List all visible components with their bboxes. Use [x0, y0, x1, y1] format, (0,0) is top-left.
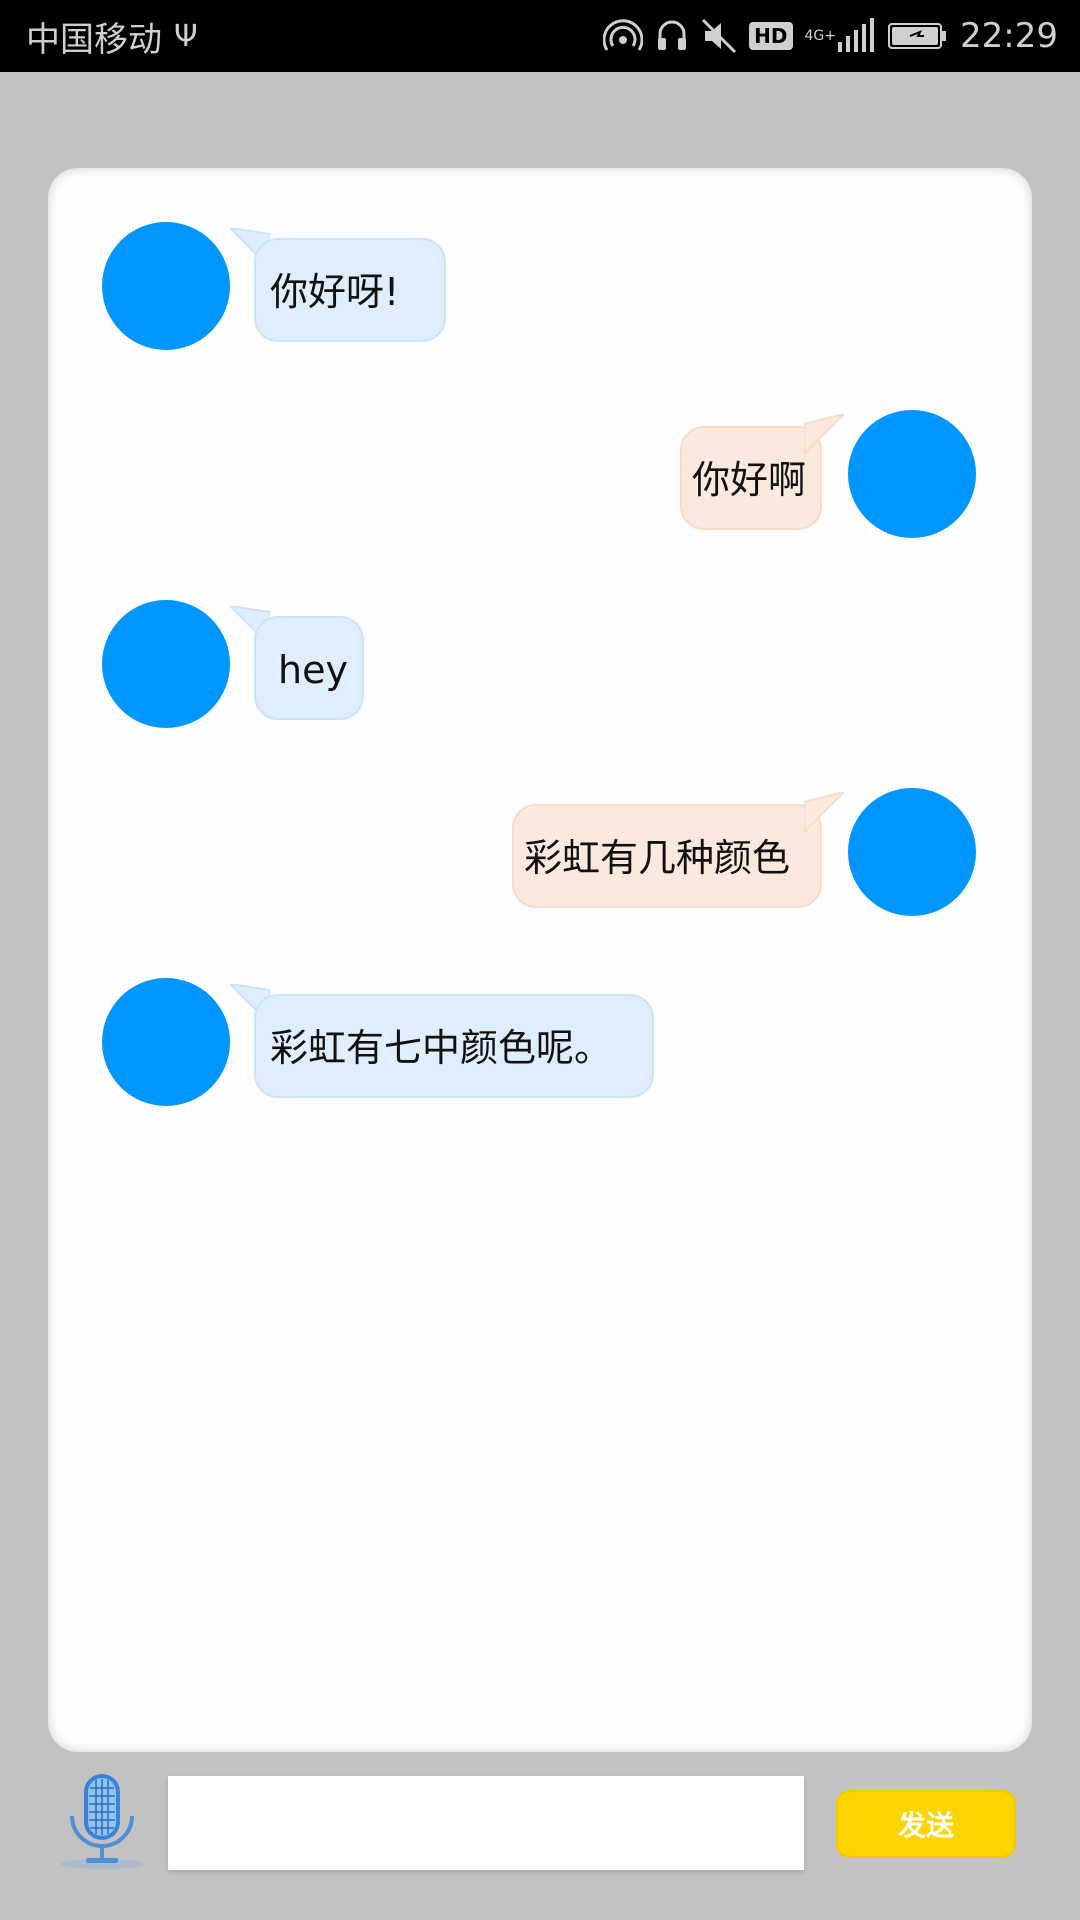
bubble-tail: [804, 414, 844, 454]
hd-icon: HD: [749, 22, 793, 50]
message-text: 你好啊: [692, 458, 807, 502]
message-input[interactable]: [168, 1776, 804, 1870]
status-right: HD 4G+ 22:29: [603, 0, 1058, 72]
bot-avatar[interactable]: [102, 600, 230, 728]
signal-icon: 4G+: [805, 18, 877, 54]
message-text: 彩虹有七中颜色呢。: [270, 1026, 613, 1070]
headset-icon: [655, 16, 689, 56]
bot-avatar[interactable]: [102, 978, 230, 1106]
send-button[interactable]: 发送: [836, 1790, 1016, 1858]
carrier-name: 中国移动: [26, 19, 162, 60]
status-bar: 中国移动 Ψ HD 4G+ 22:29: [0, 0, 1080, 72]
usb-icon: Ψ: [174, 18, 198, 54]
user-avatar[interactable]: [848, 788, 976, 916]
message-text: 彩虹有几种颜色: [524, 836, 791, 880]
bot-avatar[interactable]: [102, 222, 230, 350]
message-bubble-left[interactable]: 你好呀!: [254, 238, 446, 342]
clock: 22:29: [960, 16, 1058, 56]
message-bubble-right[interactable]: 彩虹有几种颜色: [512, 804, 822, 908]
network-type: 4G+: [804, 28, 837, 44]
chat-panel[interactable]: 你好呀! 你好啊 hey 彩虹有几种颜色 彩虹有七中颜色呢。: [48, 168, 1032, 1752]
mute-icon: [701, 16, 737, 56]
message-text: hey: [278, 648, 348, 692]
hotspot-icon: [603, 16, 644, 56]
battery-icon: [888, 21, 948, 51]
message-text: 你好呀!: [270, 270, 400, 314]
send-label: 发送: [897, 1809, 954, 1842]
user-avatar[interactable]: [848, 410, 976, 538]
status-left: 中国移动 Ψ: [26, 0, 198, 72]
message-bubble-right[interactable]: 你好啊: [680, 426, 822, 530]
bubble-tail: [804, 792, 844, 832]
message-bubble-left[interactable]: hey: [254, 616, 364, 720]
message-bubble-left[interactable]: 彩虹有七中颜色呢。: [254, 994, 654, 1098]
microphone-icon[interactable]: [52, 1772, 152, 1872]
